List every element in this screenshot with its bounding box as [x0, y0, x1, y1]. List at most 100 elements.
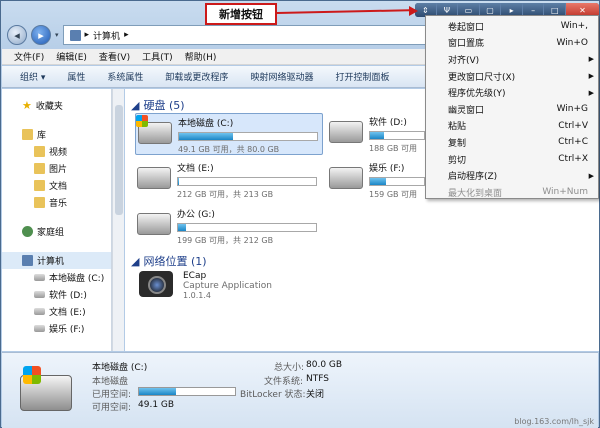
organize-button[interactable]: 组织 ▾ [20, 70, 45, 83]
menu-item-resize[interactable]: 更改窗口尺寸(X) ▶ [426, 68, 598, 85]
details-free-value: 49.1 GB [138, 400, 175, 410]
group-header-network[interactable]: ◢ 网络位置 (1) [131, 253, 207, 269]
drive-icon [137, 167, 171, 189]
menu-file[interactable]: 文件(F) [14, 50, 44, 63]
system-properties-button[interactable]: 系统属性 [107, 70, 143, 83]
sidebar-item-homegroup[interactable]: 家庭组 [2, 223, 111, 240]
document-folder-icon [34, 180, 45, 191]
menu-item-shortcut: Win+O [556, 37, 588, 48]
details-pane: 本地磁盘 (C:) 本地磁盘 已用空间: 可用空间: 49.1 GB 总大小: … [2, 352, 598, 428]
open-control-panel-button[interactable]: 打开控制面板 [335, 70, 389, 83]
sidebar-item-label: 视频 [49, 148, 68, 158]
sidebar-item-drive-c[interactable]: 本地磁盘 (C:) [2, 269, 111, 286]
drive-usage-bar [369, 131, 425, 140]
drive-usage-bar [177, 223, 317, 232]
drive-size: 49.1 GB 可用，共 80.0 GB [178, 145, 280, 154]
drive-icon [329, 121, 363, 143]
map-network-drive-button[interactable]: 映射网络驱动器 [250, 70, 313, 83]
sidebar-item-videos[interactable]: 视频 [2, 143, 111, 160]
drive-usage-bar [178, 132, 318, 141]
submenu-arrow-icon: ▶ [588, 171, 594, 180]
sidebar-item-favorites[interactable]: ★ 收藏夹 [2, 97, 111, 114]
sidebar-item-drive-d[interactable]: 软件 (D:) [2, 286, 111, 303]
drive-name: 娱乐 (F:) [369, 164, 405, 174]
menu-item-copy[interactable]: 复制 Ctrl+C [426, 134, 598, 151]
menu-item-align[interactable]: 对齐(V) ▶ [426, 51, 598, 68]
star-icon: ★ [22, 99, 32, 112]
menu-item-cut[interactable]: 剪切 Ctrl+X [426, 151, 598, 168]
menu-item-label: 更改窗口尺寸(X) [448, 72, 516, 83]
drive-name: 软件 (D:) [369, 118, 407, 128]
usage-fill [370, 178, 387, 185]
menu-item-roll-up[interactable]: 卷起窗口 Win+, [426, 18, 598, 35]
menu-item-label: 剪切 [448, 155, 467, 166]
menu-view[interactable]: 查看(V) [99, 50, 130, 63]
menu-item-shortcut: Ctrl+X [558, 154, 588, 165]
details-used-label: 已用空间: [92, 390, 132, 400]
menu-item-send-to-bottom[interactable]: 窗口置底 Win+O [426, 35, 598, 52]
address-segment-computer[interactable]: 计算机 [93, 29, 120, 42]
drive-tile-c[interactable]: 本地磁盘 (C:) 49.1 GB 可用，共 80.0 GB [135, 113, 323, 155]
drive-icon [34, 291, 45, 298]
network-item-ecap[interactable]: ECap Capture Application 1.0.1.4 [139, 271, 299, 317]
drive-size: 159 GB 可用 [369, 190, 418, 199]
properties-button[interactable]: 属性 [67, 70, 85, 83]
menu-help[interactable]: 帮助(H) [185, 50, 217, 63]
scrollbar-thumb[interactable] [115, 105, 123, 215]
sidebar-item-drive-f[interactable]: 娱乐 (F:) [2, 320, 111, 337]
sidebar-item-music[interactable]: 音乐 [2, 194, 111, 211]
details-drive-name: 本地磁盘 (C:) [92, 363, 148, 373]
sidebar-item-label: 家庭组 [37, 228, 65, 238]
sidebar-scrollbar[interactable] [112, 89, 124, 351]
sidebar-item-label: 娱乐 (F:) [49, 325, 85, 335]
menu-item-shortcut: Ctrl+V [558, 120, 588, 131]
windows-drive-icon [136, 115, 172, 144]
collapse-icon[interactable]: ◢ [131, 99, 139, 112]
sidebar-item-pictures[interactable]: 图片 [2, 160, 111, 177]
collapse-icon[interactable]: ◢ [131, 255, 139, 268]
new-buttons-callout: 新增按钮 [205, 3, 277, 25]
menu-item-priority[interactable]: 程序优先级(Y) ▶ [426, 84, 598, 101]
video-folder-icon [34, 146, 45, 157]
drive-tile-g[interactable]: 办公 (G:) 199 GB 可用，共 212 GB [137, 207, 323, 247]
network-item-name: ECap [183, 271, 207, 281]
address-root-chevron[interactable]: ▸ [85, 30, 90, 40]
sidebar-item-label: 库 [37, 131, 47, 141]
back-button[interactable]: ◂ [7, 25, 27, 45]
camera-icon [139, 271, 173, 297]
drive-tile-e[interactable]: 文档 (E:) 212 GB 可用，共 213 GB [137, 161, 323, 201]
sidebar-item-library[interactable]: 库 [2, 126, 111, 143]
drive-icon [34, 325, 45, 332]
drive-usage-bar [369, 177, 425, 186]
menu-item-shortcut: Win+, [560, 21, 588, 32]
watermark: blog.163.com/lh_sjk [514, 417, 594, 426]
menu-tools[interactable]: 工具(T) [142, 50, 173, 63]
sidebar-item-documents[interactable]: 文档 [2, 177, 111, 194]
sidebar-item-computer[interactable]: 计算机 [2, 252, 111, 269]
group-header-disks[interactable]: ◢ 硬盘 (5) [131, 97, 185, 113]
menu-item-shortcut: Ctrl+C [558, 137, 588, 148]
forward-button[interactable]: ▸ [31, 25, 51, 45]
drive-icon [137, 213, 171, 235]
menu-item-launch-program[interactable]: 启动程序(Z) ▶ [426, 167, 598, 184]
details-total-value: 80.0 GB [306, 360, 343, 370]
menu-item-label: 程序优先级(Y) [448, 89, 506, 100]
menu-item-label: 卷起窗口 [448, 22, 485, 33]
menu-item-label: 最大化到桌面 [448, 188, 503, 199]
details-usage-bar [138, 387, 236, 396]
sidebar-item-label: 收藏夹 [35, 102, 63, 112]
submenu-arrow-icon: ▶ [588, 55, 594, 64]
menu-item-paste[interactable]: 粘贴 Ctrl+V [426, 118, 598, 135]
menu-item-label: 对齐(V) [448, 55, 480, 66]
menu-item-shortcut: Win+Num [542, 187, 588, 198]
menu-item-shortcut: Win+G [556, 104, 588, 115]
menu-item-ghost-window[interactable]: 幽灵窗口 Win+G [426, 101, 598, 118]
drive-name: 本地磁盘 (C:) [178, 119, 234, 129]
address-bar[interactable]: ▸ 计算机 ▸ [62, 25, 473, 45]
history-dropdown-icon[interactable]: ▾ [55, 31, 59, 39]
menu-edit[interactable]: 编辑(E) [56, 50, 87, 63]
menu-item-maximize-to-desktop[interactable]: 最大化到桌面 Win+Num [426, 184, 598, 201]
sidebar-item-drive-e[interactable]: 文档 (E:) [2, 303, 111, 320]
uninstall-program-button[interactable]: 卸载或更改程序 [165, 70, 228, 83]
address-chevron[interactable]: ▸ [124, 30, 129, 40]
